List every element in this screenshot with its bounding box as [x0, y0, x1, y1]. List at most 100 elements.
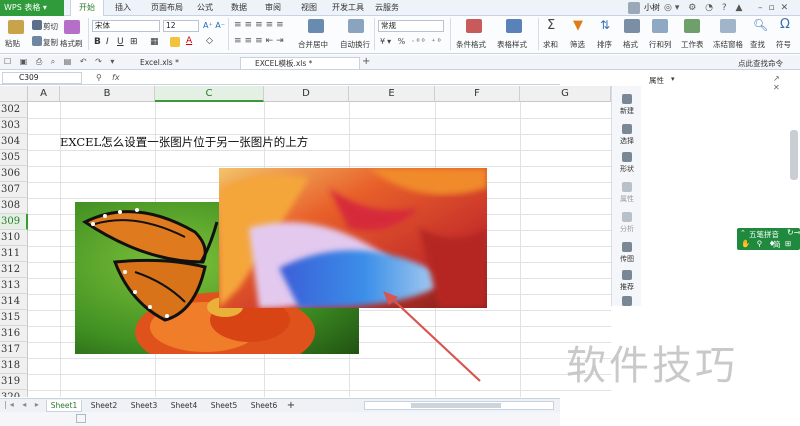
ime-tool-icons[interactable]: ✋ ⚲ ♦: [741, 239, 777, 248]
wps-menu-button[interactable]: WPS 表格 ▾: [0, 0, 64, 16]
horizontal-scrollbar[interactable]: [364, 401, 554, 410]
ime-toggle-icon[interactable]: ↻⊸: [787, 228, 800, 237]
tab-page-layout[interactable]: 页面布局: [144, 0, 190, 16]
sheet-tab-5[interactable]: Sheet5: [206, 400, 242, 412]
avatar[interactable]: [628, 2, 640, 14]
sheet-tab-3[interactable]: Sheet3: [126, 400, 162, 412]
sidebar-item-recommend[interactable]: 推荐: [612, 270, 642, 292]
number-format-buttons[interactable]: ¥▾ % ·⁰⁰ ⁺⁰: [380, 37, 443, 46]
command-search[interactable]: 点此查找命令: [738, 58, 783, 69]
name-box[interactable]: C309: [2, 72, 82, 84]
row-header[interactable]: 313: [0, 278, 28, 294]
row-header[interactable]: 312: [0, 262, 28, 278]
column-header-d[interactable]: D: [264, 86, 349, 102]
border-icon[interactable]: ⊞: [130, 37, 138, 47]
sum-button[interactable]: 求和: [543, 39, 558, 50]
row-header[interactable]: 310: [0, 230, 28, 246]
format-painter-button[interactable]: 格式刷: [60, 38, 83, 49]
ime-keyboard-icon[interactable]: ⊞: [785, 239, 791, 248]
row-header[interactable]: 303: [0, 118, 28, 134]
paste-button[interactable]: 粘贴: [5, 38, 20, 49]
sheet-tab-6[interactable]: Sheet6: [246, 400, 282, 412]
row-col-button[interactable]: 行和列: [649, 39, 672, 50]
row-header[interactable]: 308: [0, 198, 28, 214]
doc-tab-excel[interactable]: Excel.xls *: [126, 57, 234, 69]
font-size-select[interactable]: 12: [163, 20, 199, 32]
add-sheet-button[interactable]: +: [284, 400, 298, 412]
number-format-select[interactable]: 常规: [378, 20, 444, 32]
fill-options-icon[interactable]: ▦: [150, 37, 159, 47]
sidebar-item-upload[interactable]: 传图: [612, 242, 642, 264]
row-header[interactable]: 315: [0, 310, 28, 326]
row-header-selected[interactable]: 309: [0, 214, 28, 230]
title-controls[interactable]: ◎▾ ⚙ ◔ ? ▲: [664, 0, 745, 16]
clear-icon[interactable]: ◇: [206, 36, 213, 46]
sidebar-item-new[interactable]: 新建: [612, 94, 642, 116]
ime-simplified[interactable]: 简: [773, 239, 781, 250]
row-header[interactable]: 311: [0, 246, 28, 262]
find-button[interactable]: 查找: [750, 39, 765, 50]
merge-center-button[interactable]: 合并居中: [298, 39, 328, 50]
tab-cloud[interactable]: 云服务: [370, 0, 404, 16]
tab-start[interactable]: 开始: [70, 0, 104, 16]
symbol-button[interactable]: 符号: [776, 39, 791, 50]
row-header[interactable]: 305: [0, 150, 28, 166]
tab-review[interactable]: 审阅: [258, 0, 288, 16]
ime-toolbar[interactable]: ⌃ 五笔拼音 ↻⊸ ✋ ⚲ ♦ 简 ⊞: [737, 228, 800, 250]
row-header[interactable]: 314: [0, 294, 28, 310]
row-header[interactable]: 317: [0, 342, 28, 358]
font-select[interactable]: 宋体: [92, 20, 160, 32]
sheet-tab-1[interactable]: Sheet1: [46, 400, 82, 412]
fill-color-icon[interactable]: [170, 37, 180, 47]
align-top-buttons[interactable]: ≡≡≡≡≡: [234, 20, 287, 30]
column-header-g[interactable]: G: [520, 86, 611, 102]
row-header[interactable]: 319: [0, 374, 28, 390]
italic-icon[interactable]: I: [106, 37, 109, 47]
sheet-tab-2[interactable]: Sheet2: [86, 400, 122, 412]
tab-view[interactable]: 视图: [294, 0, 324, 16]
user-name[interactable]: 小树: [644, 0, 660, 16]
status-icon[interactable]: [76, 414, 86, 423]
tab-formula[interactable]: 公式: [190, 0, 220, 16]
row-header[interactable]: 316: [0, 326, 28, 342]
select-all-corner[interactable]: [0, 86, 28, 102]
underline-icon[interactable]: U: [117, 37, 124, 47]
sidebar-item-more[interactable]: [612, 296, 642, 308]
worksheet-button[interactable]: 工作表: [681, 39, 704, 50]
filter-button[interactable]: 筛选: [570, 39, 585, 50]
row-header[interactable]: 304: [0, 134, 28, 150]
zoom-icon[interactable]: ⚲: [96, 73, 102, 82]
wrap-text-button[interactable]: 自动换行: [340, 39, 370, 50]
table-style-button[interactable]: 表格样式: [497, 39, 527, 50]
doc-tab-excel-template[interactable]: EXCEL模板.xls *: [240, 57, 360, 69]
sidebar-item-properties[interactable]: 属性: [612, 182, 642, 204]
column-header-b[interactable]: B: [60, 86, 155, 102]
pane-scrollbar[interactable]: [790, 130, 798, 180]
row-header[interactable]: 320: [0, 390, 28, 397]
new-tab-button[interactable]: +: [362, 56, 370, 67]
row-header[interactable]: 318: [0, 358, 28, 374]
column-header-f[interactable]: F: [435, 86, 520, 102]
sidebar-item-select[interactable]: 选择: [612, 124, 642, 146]
scrollbar-thumb[interactable]: [411, 403, 501, 408]
font-color-icon[interactable]: A: [186, 36, 192, 46]
row-header[interactable]: 307: [0, 182, 28, 198]
quick-access-toolbar[interactable]: ☐ ▣ ⎙ ⌕ ▤ ↶ ↷ ▾: [4, 57, 117, 67]
spreadsheet-grid[interactable]: A B C D E F G 302 303 304 305 306 307 30…: [0, 86, 611, 397]
font-grow-shrink[interactable]: A⁺ A⁻: [203, 21, 225, 30]
row-header[interactable]: 302: [0, 102, 28, 118]
format-button[interactable]: 格式: [623, 39, 638, 50]
column-header-a[interactable]: A: [28, 86, 60, 102]
bold-icon[interactable]: B: [94, 37, 101, 47]
align-horizontal-buttons[interactable]: ≡≡≡⇤⇥: [234, 36, 287, 46]
cell-b304-text[interactable]: EXCEL怎么设置一张图片位于另一张图片的上方: [60, 134, 308, 150]
cond-format-button[interactable]: 条件格式: [456, 39, 486, 50]
tab-developer[interactable]: 开发工具: [328, 0, 368, 16]
sort-button[interactable]: 排序: [597, 39, 612, 50]
copy-button[interactable]: 复制: [43, 37, 58, 48]
tab-insert[interactable]: 插入: [108, 0, 138, 16]
properties-dropdown-icon[interactable]: ▾: [671, 75, 675, 83]
freeze-button[interactable]: 冻结窗格: [713, 39, 743, 50]
flower-closeup-picture[interactable]: [219, 168, 487, 308]
tab-data[interactable]: 数据: [224, 0, 254, 16]
